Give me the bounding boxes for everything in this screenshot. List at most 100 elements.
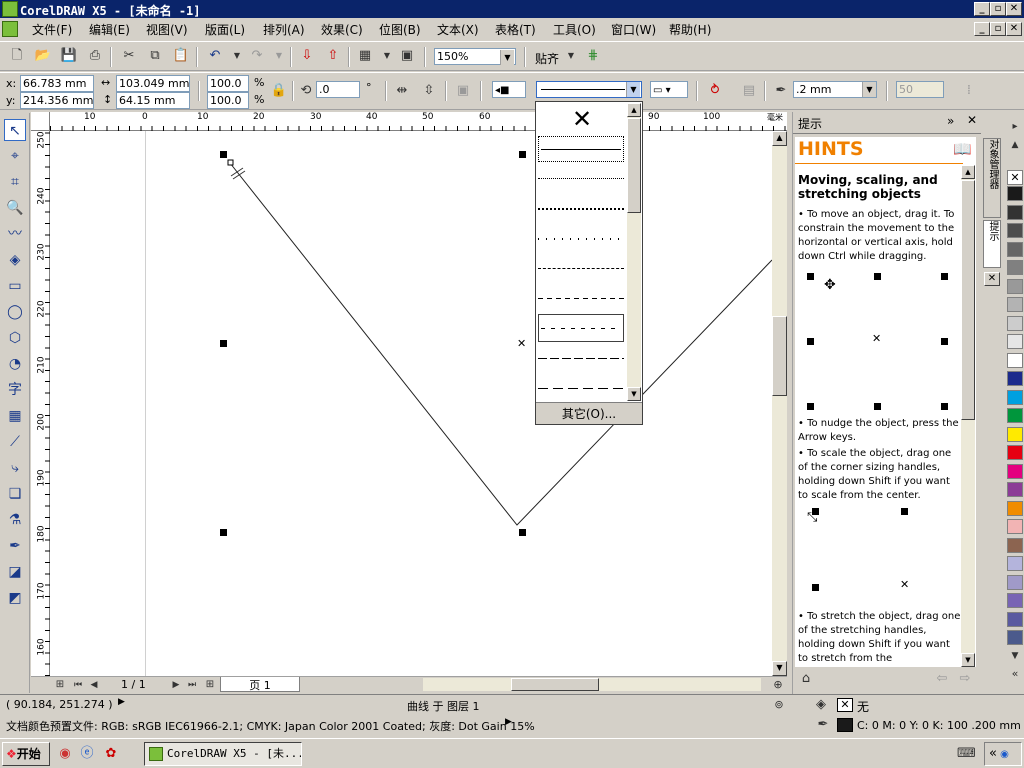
menu-text[interactable]: 文本(X) — [437, 21, 479, 38]
outline-pen-icon[interactable]: ✒ — [772, 82, 790, 100]
ellipse-tool-icon[interactable]: ◯ — [4, 301, 26, 323]
hints-scroll-thumb[interactable] — [961, 180, 975, 420]
color-swatch[interactable] — [1007, 537, 1023, 553]
snap-to-label[interactable]: 贴齐 — [535, 50, 559, 67]
eyedropper-tool-icon[interactable]: ⚗ — [4, 509, 26, 531]
color-swatch[interactable] — [1007, 500, 1023, 516]
horizontal-ruler[interactable]: 10 0 10 20 30 40 50 60 90 100 毫米 — [31, 112, 787, 131]
line-style-dotted-fine-option[interactable] — [538, 178, 624, 179]
polygon-tool-icon[interactable]: ⬡ — [4, 327, 26, 349]
selection-handle-top-left[interactable] — [220, 151, 227, 158]
zoom-tool-icon[interactable]: 🔍 — [4, 197, 26, 219]
pick-tool-icon[interactable]: ↖ — [4, 119, 26, 141]
no-color-swatch[interactable]: ✕ — [1007, 170, 1023, 185]
chrome-icon[interactable]: ◉ — [56, 745, 74, 763]
navigator-icon[interactable]: ⊕ — [769, 676, 787, 694]
color-swatch[interactable] — [1007, 334, 1023, 349]
color-swatch[interactable] — [1007, 371, 1023, 386]
close-curve-icon[interactable]: ⥁ — [706, 82, 724, 100]
undo-icon[interactable]: ↶ — [206, 47, 224, 65]
bounding-box-icon[interactable]: ⁞ — [960, 82, 978, 100]
dimension-tool-icon[interactable]: ⟋ — [4, 431, 26, 453]
color-swatch[interactable] — [1007, 463, 1023, 479]
palette-expand-icon[interactable]: « — [1006, 665, 1024, 683]
tab-object-manager[interactable]: 对象管理器 — [983, 138, 1001, 218]
tray-expand-button[interactable]: « ◉ — [984, 742, 1022, 766]
keyboard-tray-icon[interactable]: ⌨ — [957, 745, 976, 763]
fill-tool-icon[interactable]: ◪ — [4, 561, 26, 583]
freehand-tool-icon[interactable]: 〰 — [4, 223, 26, 245]
taskbar-coreldraw-task[interactable]: CorelDRAW X5 - [未... — [144, 742, 302, 766]
selected-curve[interactable] — [50, 131, 772, 676]
drawing-canvas[interactable]: ✕ — [50, 131, 772, 676]
connector-tool-icon[interactable]: ⤷ — [4, 457, 26, 479]
height-field[interactable]: 64.15 mm — [116, 92, 190, 109]
welcome-screen-icon[interactable]: ▣ — [398, 47, 416, 65]
line-style-dash-dot-option[interactable] — [538, 314, 624, 342]
selection-center-marker[interactable]: ✕ — [517, 337, 526, 350]
palette-scroll-down-icon[interactable]: ▼ — [1006, 647, 1024, 665]
color-swatch[interactable] — [1007, 352, 1023, 368]
horizontal-scroll-thumb[interactable] — [511, 678, 599, 691]
outline-tool-icon[interactable]: ✒ — [4, 535, 26, 557]
hints-scrollbar[interactable]: ▲ ▼ — [961, 165, 975, 667]
blend-tool-icon[interactable]: ❏ — [4, 483, 26, 505]
end-arrowhead-selector[interactable]: ▭ ▾ — [650, 81, 688, 98]
page-tab-1[interactable]: 页 1 — [220, 677, 300, 692]
palette-menu-icon[interactable]: ▸ — [1006, 118, 1024, 136]
other-line-styles-button[interactable]: 其它(O)... — [536, 402, 642, 424]
start-arrowhead-selector[interactable]: ◂■ — [492, 81, 526, 98]
color-swatch[interactable] — [1007, 611, 1023, 627]
mirror-vertical-icon[interactable]: ⇳ — [420, 82, 438, 100]
tray-app-icon[interactable]: ✿ — [102, 745, 120, 763]
scroll-down-icon[interactable]: ▼ — [772, 661, 787, 676]
document-icon[interactable] — [2, 21, 18, 37]
smart-fill-tool-icon[interactable]: ◈ — [4, 249, 26, 271]
copy-icon[interactable]: ⧉ — [146, 47, 164, 65]
shape-tool-icon[interactable]: ⌖ — [4, 145, 26, 167]
rotation-field[interactable]: .0 — [316, 81, 360, 98]
save-icon[interactable]: 💾 — [60, 47, 78, 65]
vertical-scrollbar[interactable]: ▲ ▼ — [772, 131, 787, 676]
menu-edit[interactable]: 编辑(E) — [89, 21, 130, 38]
color-swatch[interactable] — [1007, 445, 1023, 460]
menu-bitmaps[interactable]: 位图(B) — [379, 21, 421, 38]
zoom-dropdown-icon[interactable]: ▼ — [500, 50, 514, 65]
color-swatch[interactable] — [1007, 519, 1023, 534]
last-page-icon[interactable]: ⏭ — [183, 676, 201, 694]
snap-status-icon[interactable]: ⊚ — [770, 696, 788, 714]
selection-handle-middle-left[interactable] — [220, 340, 227, 347]
minimize-button[interactable]: _ — [974, 2, 990, 16]
basic-shapes-tool-icon[interactable]: ◔ — [4, 353, 26, 375]
hints-book-icon[interactable]: 📖 — [953, 140, 972, 158]
dropdown-scroll-thumb[interactable] — [627, 118, 641, 213]
hints-home-icon[interactable]: ⌂ — [797, 670, 815, 688]
application-launcher-icon[interactable]: ▦ — [356, 47, 374, 65]
scroll-up-icon[interactable]: ▲ — [772, 131, 787, 146]
hints-scroll-up-icon[interactable]: ▲ — [961, 165, 975, 179]
palette-scroll-up-icon[interactable]: ▲ — [1006, 136, 1024, 154]
vertical-ruler[interactable]: 250 240 230 220 210 200 190 180 170 160 — [31, 131, 50, 676]
print-icon[interactable]: ⎙ — [86, 47, 104, 65]
snap-options-icon[interactable]: ⋕ — [584, 47, 602, 65]
color-swatch[interactable] — [1007, 408, 1023, 423]
menu-tools[interactable]: 工具(O) — [553, 21, 596, 38]
width-field[interactable]: 103.049 mm — [116, 75, 190, 92]
line-style-long-gap-dash-option[interactable] — [538, 388, 624, 389]
ie-icon[interactable]: ⓔ — [78, 745, 96, 763]
convert-to-curves-icon[interactable]: ▣ — [454, 82, 472, 100]
interactive-fill-tool-icon[interactable]: ◩ — [4, 587, 26, 609]
previous-page-icon[interactable]: ◀ — [85, 676, 103, 694]
line-style-solid-option[interactable] — [538, 136, 624, 162]
ruler-origin[interactable] — [31, 112, 50, 131]
color-swatch[interactable] — [1007, 593, 1023, 608]
smoothing-field[interactable]: 50 — [896, 81, 944, 98]
export-icon[interactable]: ⇧ — [324, 47, 342, 65]
menu-file[interactable]: 文件(F) — [32, 21, 72, 38]
add-page-before-icon[interactable]: ⊞ — [51, 676, 69, 694]
menu-window[interactable]: 窗口(W) — [611, 21, 656, 38]
color-profile-info[interactable]: 文档颜色预置文件: RGB: sRGB IEC61966-2.1; CMYK: … — [6, 718, 535, 734]
undo-dropdown-icon[interactable]: ▼ — [228, 47, 246, 65]
docker-expand-icon[interactable]: » — [947, 114, 954, 128]
color-swatch[interactable] — [1007, 278, 1023, 294]
